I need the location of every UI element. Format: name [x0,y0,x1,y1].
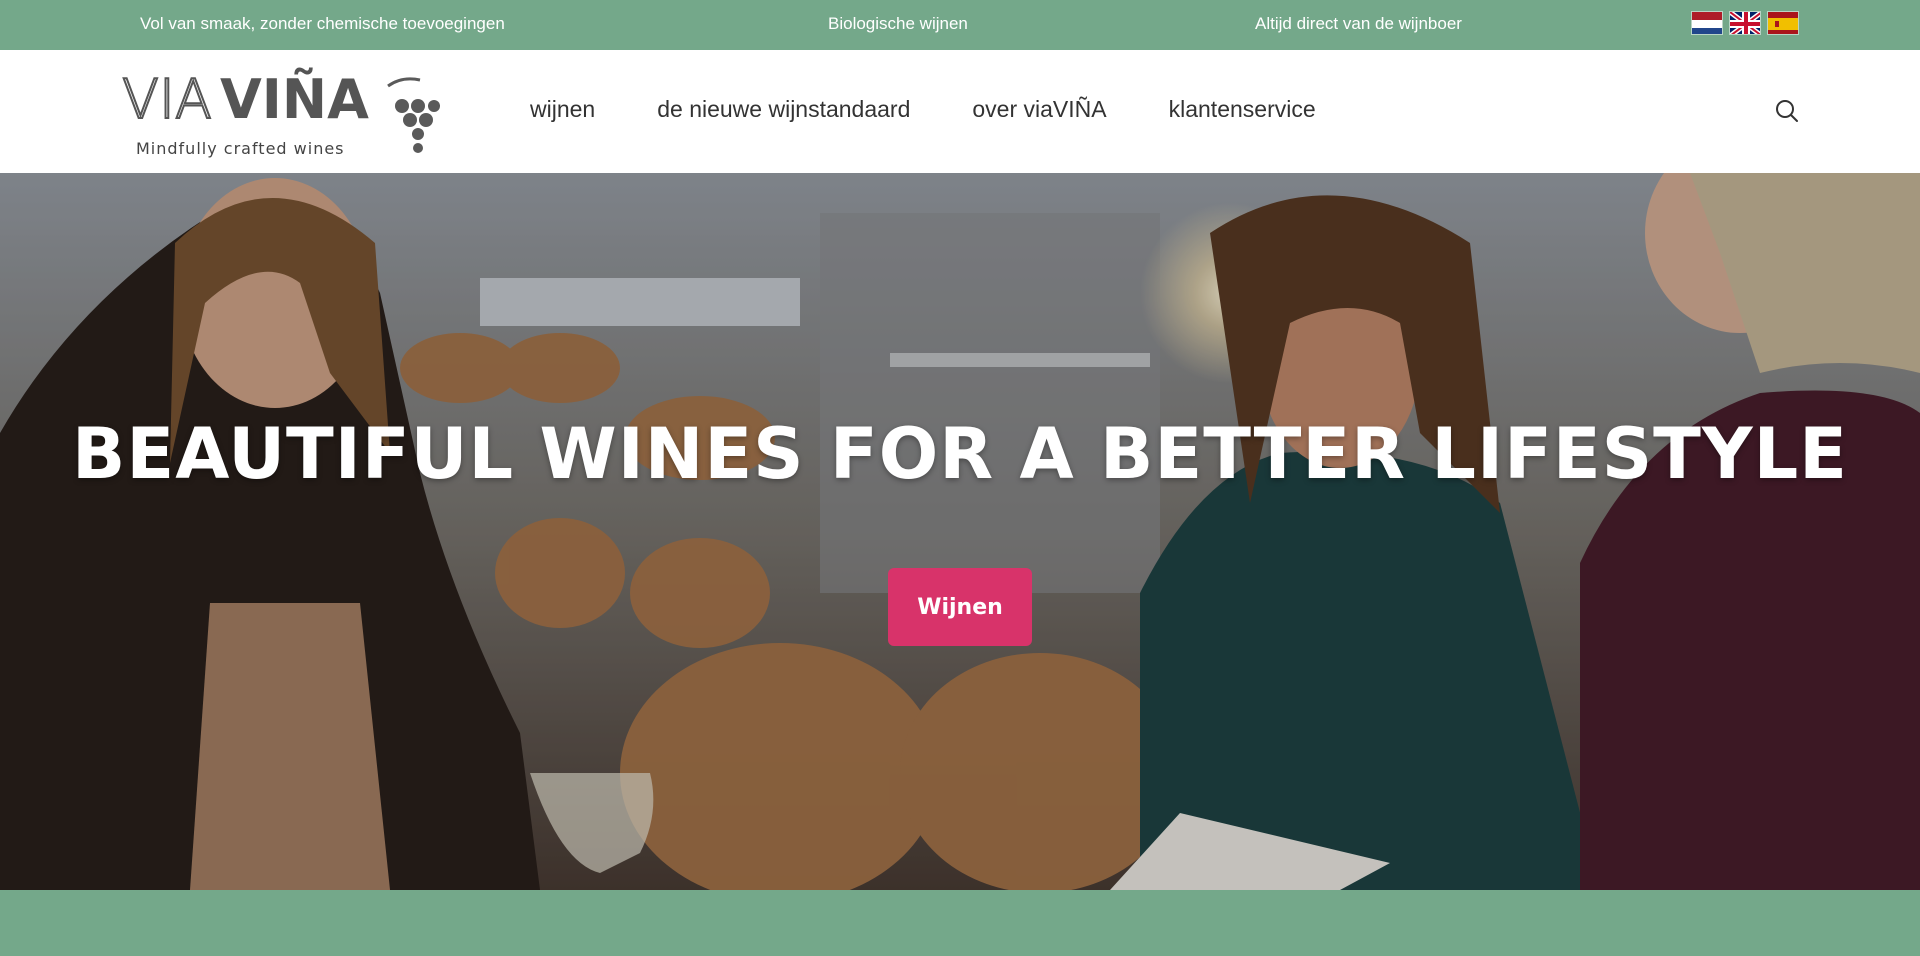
search-icon[interactable] [1772,96,1802,126]
logo-text-bold: VIÑA [220,68,369,131]
usp-text-direct: Altijd direct van de wijnboer [1255,14,1462,33]
wijnen-button[interactable]: Wijnen [888,568,1032,646]
nav-item-nieuwe-wijnstandaard[interactable]: de nieuwe wijnstandaard [657,96,910,123]
nav-item-klantenservice[interactable]: klantenservice [1169,96,1316,123]
hero-photo-winery [0,173,1920,890]
usp-bar: Vol van smaak, zonder chemische toevoegi… [0,0,1920,50]
logo-text-light: VIA [122,68,212,131]
main-navigation: wijnen de nieuwe wijnstandaard over viaV… [530,96,1378,123]
flag-netherlands-icon[interactable] [1691,11,1723,35]
hero-headline: BEAUTIFUL WINES FOR A BETTER LIFESTYLE [72,413,1848,495]
usp-text-taste: Vol van smaak, zonder chemische toevoegi… [140,14,505,33]
usp-text-organic: Biologische wijnen [828,14,968,33]
nav-item-wijnen[interactable]: wijnen [530,96,595,123]
hero-banner: BEAUTIFUL WINES FOR A BETTER LIFESTYLE W… [0,173,1920,890]
grape-cluster-icon [387,77,440,153]
viavina-logo[interactable]: VIA VIÑA Mindfully crafted wines [120,62,440,162]
flag-spain-icon[interactable] [1767,11,1799,35]
logo-tagline: Mindfully crafted wines [136,139,345,158]
nav-item-over-viavina[interactable]: over viaVIÑA [972,96,1106,123]
site-header: VIA VIÑA Mindfully crafted wines wijnen … [0,50,1920,173]
bottom-color-band [0,890,1920,956]
flag-uk-icon[interactable] [1729,11,1761,35]
language-switcher [1691,11,1799,35]
